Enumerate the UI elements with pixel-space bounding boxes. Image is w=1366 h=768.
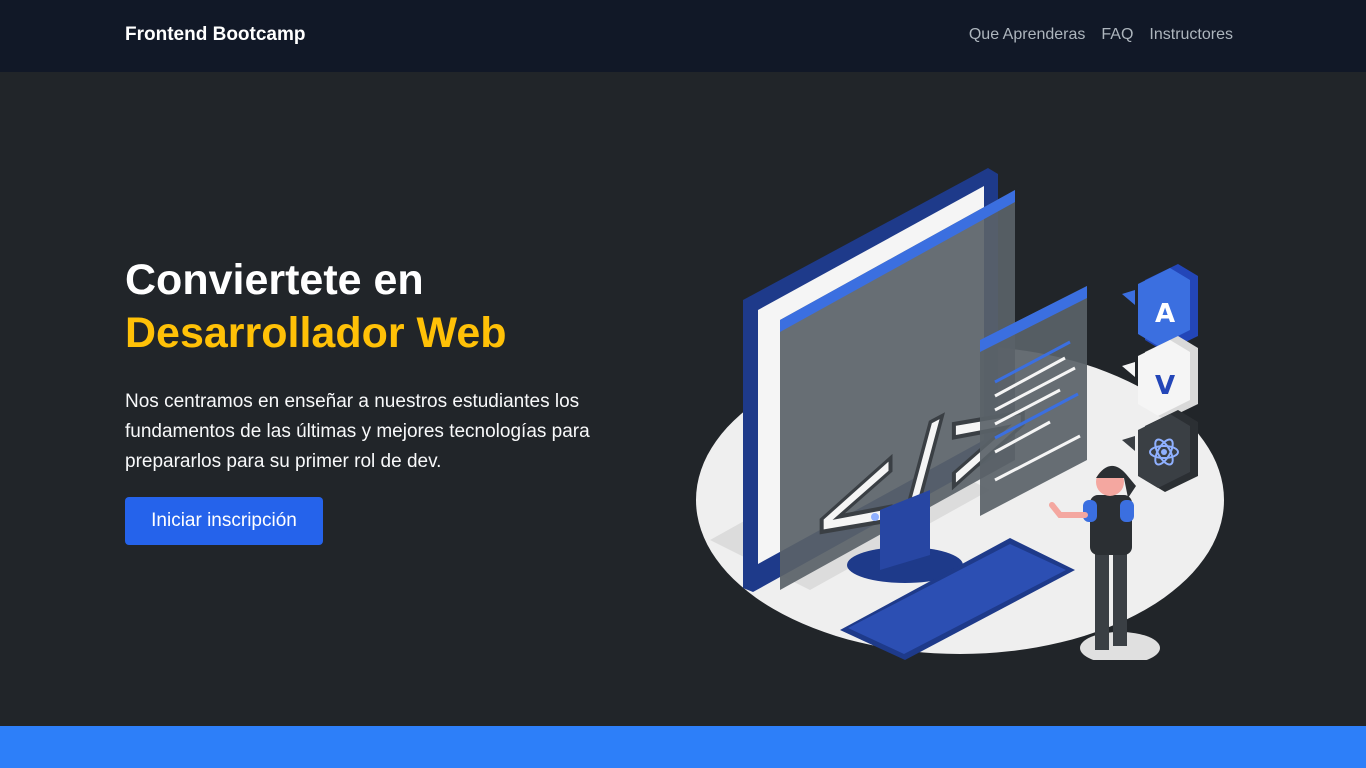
person-leg (1095, 550, 1109, 650)
person-leg (1113, 550, 1127, 646)
hero-text: Conviertete en Desarrollador Web Nos cen… (125, 254, 685, 477)
navbar: Frontend Bootcamp Que Aprenderas FAQ Ins… (0, 0, 1366, 72)
angular-badge: A (1122, 264, 1198, 352)
nav-link-instructores[interactable]: Instructores (1149, 26, 1233, 44)
person-sleeve (1083, 500, 1097, 522)
nav-link-que-aprenderas[interactable]: Que Aprenderas (969, 26, 1086, 44)
hero-description: Nos centramos en enseñar a nuestros estu… (125, 391, 590, 472)
enroll-button[interactable]: Iniciar inscripción (125, 497, 323, 545)
headline-line-1: Conviertete en (125, 256, 424, 304)
developer-illustration: </> A V (696, 168, 1224, 660)
nav-links: Que Aprenderas FAQ Instructores (969, 26, 1233, 44)
nav-link-faq[interactable]: FAQ (1101, 26, 1133, 44)
angular-letter: A (1155, 299, 1175, 329)
person-sleeve (1120, 500, 1134, 522)
bottom-strip (0, 726, 1366, 768)
vue-letter: V (1155, 371, 1175, 401)
hero-headline: Conviertete en Desarrollador Web (125, 254, 685, 360)
power-dot (871, 513, 879, 521)
hero-section: Conviertete en Desarrollador Web Nos cen… (0, 72, 1366, 726)
brand-logo[interactable]: Frontend Bootcamp (125, 24, 306, 46)
headline-accent: Desarrollador Web (125, 309, 507, 357)
